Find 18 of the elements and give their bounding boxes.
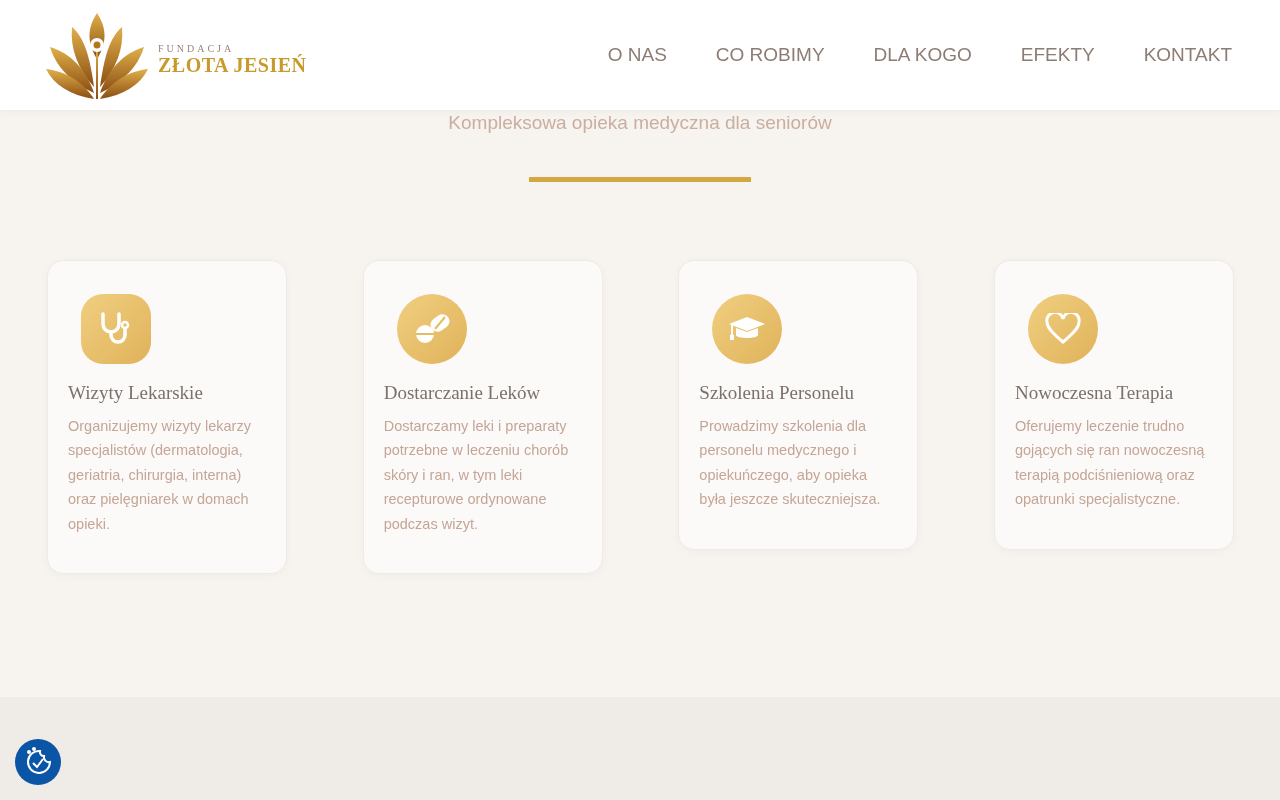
nav-link[interactable]: KONTAKT xyxy=(1143,44,1232,66)
card-title: Dostarczanie Leków xyxy=(383,382,542,404)
graduation-cap-icon xyxy=(728,315,767,343)
logo-name: ZŁOTA JESIEŃ xyxy=(158,54,307,77)
card-title: Szkolenia Personelu xyxy=(699,382,855,404)
nav-link[interactable]: CO ROBIMY xyxy=(715,44,825,66)
card-title: Nowoczesna Terapia xyxy=(1014,382,1175,404)
card-text: Prowadzimy szkolenia dla personelu medycznego i opiekuńczego, aby opieka była jeszcze skuteczniejsza. xyxy=(699,417,882,510)
section-subtitle: Kompleksowa opieka medyczna dla seniorów xyxy=(447,111,833,134)
nav-link[interactable]: DLA KOGO xyxy=(873,44,972,66)
card-title: Wizyty Lekarskie xyxy=(68,382,204,404)
logo-tagline: FUNDACJA xyxy=(158,43,236,54)
nav-link[interactable]: O NAS xyxy=(607,44,667,66)
card-text: Oferujemy leczenie trudno gojących się ran nowoczesną terapią podciśnieniową oraz opatrunki specjalistyczne. xyxy=(1014,417,1206,510)
card-text: Dostarczamy leki i preparaty potrzebne w leczeniu chorób skóry i ran, w tym leki recepturowe ordynowane podczas wizyt. xyxy=(383,417,570,534)
nav-link[interactable]: EFEKTY xyxy=(1020,44,1095,66)
heart-icon xyxy=(1044,313,1081,345)
card-text: Organizujemy wizyty lekarzy specjalistów (dermatologia, geriatria, chirurgia, interna) oraz pielęgniarek w domach opieki. xyxy=(68,417,252,534)
